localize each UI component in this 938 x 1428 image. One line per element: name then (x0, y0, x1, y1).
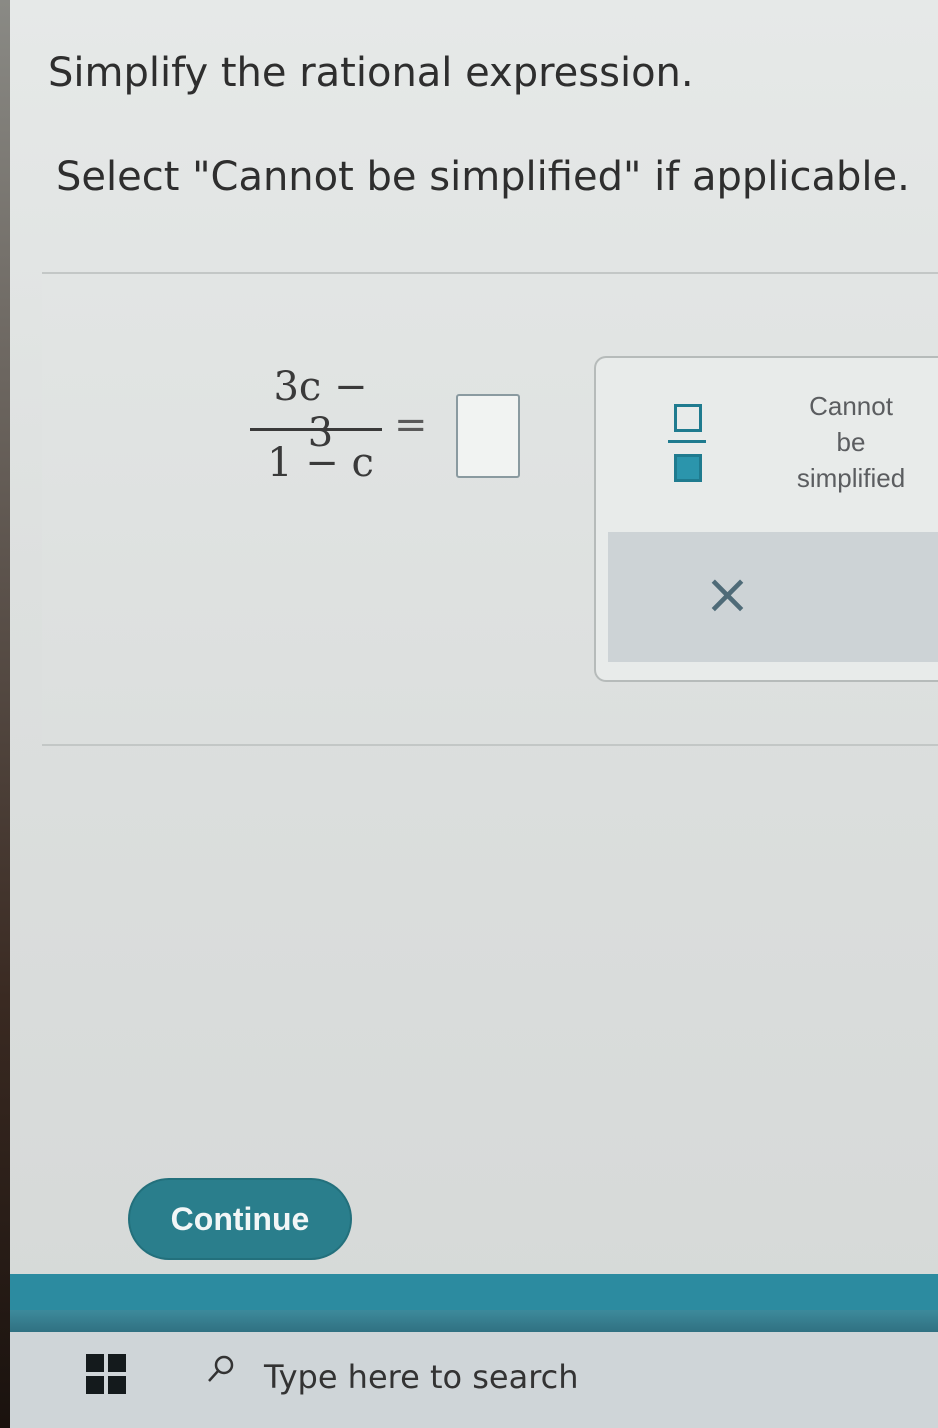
windows-start-button[interactable] (86, 1354, 128, 1396)
answer-panel: 3c − 3 1 − c = Cannot be simplified × (42, 272, 938, 746)
windows-logo-pane (108, 1376, 126, 1394)
cannot-be-simplified-button[interactable]: Cannot be simplified (766, 388, 936, 498)
instruction-line-1: Simplify the rational expression. (48, 50, 694, 96)
taskbar-search-box[interactable]: Type here to search (190, 1338, 938, 1412)
windows-logo-pane (86, 1376, 104, 1394)
fraction-numerator-slot-icon (674, 404, 702, 432)
rational-expression: 3c − 3 1 − c = (250, 364, 570, 504)
cannot-label-line-1: Cannot (809, 391, 893, 421)
clear-button[interactable]: × (608, 532, 938, 662)
fraction-denominator-slot-icon (674, 454, 702, 482)
close-icon: × (704, 562, 751, 627)
monitor-bezel (0, 0, 10, 1428)
windows-taskbar: Type here to search (10, 1310, 938, 1428)
search-icon (208, 1355, 234, 1382)
equals-sign: = (394, 402, 428, 448)
answer-input-box[interactable] (456, 394, 520, 478)
screen: Simplify the rational expression. Select… (0, 0, 938, 1428)
math-keypad: Cannot be simplified × (594, 356, 938, 682)
cannot-label-line-2: be (836, 427, 866, 457)
continue-button[interactable]: Continue (130, 1180, 350, 1258)
windows-logo-pane (108, 1354, 126, 1372)
fraction-template-button[interactable] (656, 392, 716, 492)
windows-logo-icon (86, 1354, 104, 1372)
search-placeholder: Type here to search (264, 1358, 579, 1396)
page-footer-bar (10, 1274, 938, 1310)
denominator: 1 − c (267, 440, 374, 486)
fraction-bar-icon (668, 440, 706, 443)
instruction-line-2: Select "Cannot be simplified" if applica… (56, 154, 910, 200)
cannot-label-line-3: simplified (796, 463, 906, 493)
taskbar-body: Type here to search (10, 1332, 938, 1428)
fraction: 3c − 3 1 − c (250, 364, 385, 504)
fraction-bar (250, 428, 382, 431)
